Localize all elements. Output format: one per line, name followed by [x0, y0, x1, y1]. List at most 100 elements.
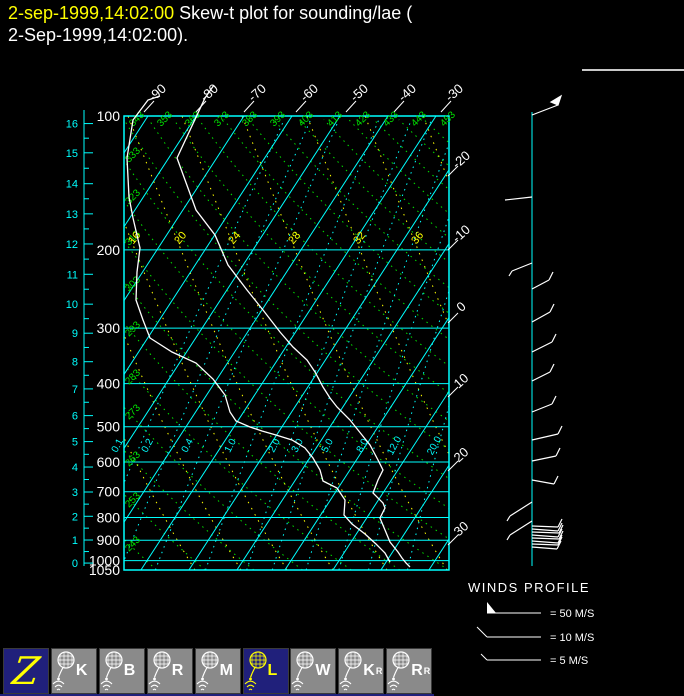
- svg-text:20: 20: [172, 230, 189, 247]
- wind-profile: [504, 94, 564, 566]
- svg-text:8.0: 8.0: [355, 437, 371, 455]
- station-letter-subscript: R: [375, 666, 383, 676]
- app-window: 2-sep-1999,14:02:00 Skew-t plot for soun…: [0, 0, 684, 696]
- svg-text:443: 443: [409, 109, 429, 129]
- svg-text:20: 20: [451, 444, 472, 465]
- svg-text:433: 433: [381, 109, 401, 129]
- station-letter: K: [363, 662, 375, 679]
- svg-text:1.0: 1.0: [223, 437, 239, 455]
- svg-text:14: 14: [66, 179, 78, 191]
- svg-text:4: 4: [72, 462, 78, 474]
- isotherm-lines: [124, 116, 449, 570]
- station-letter: W: [315, 662, 331, 679]
- svg-text:28: 28: [286, 230, 303, 247]
- svg-text:500: 500: [97, 419, 121, 435]
- svg-text:253: 253: [123, 490, 143, 510]
- svg-text:323: 323: [123, 187, 143, 207]
- svg-text:12: 12: [66, 239, 78, 251]
- toolbar-button-b[interactable]: B: [98, 648, 145, 694]
- svg-text:100: 100: [97, 108, 121, 124]
- toolbar-button-m[interactable]: M: [194, 648, 241, 694]
- winds-legend-item: = 10 M/S: [550, 632, 594, 644]
- svg-text:-90: -90: [145, 81, 169, 105]
- station-letter-subscript: R: [423, 666, 431, 676]
- svg-text:-40: -40: [395, 81, 419, 105]
- svg-text:400: 400: [97, 376, 121, 392]
- height-axis: 012345678910111213141516: [66, 110, 93, 570]
- svg-text:12.0: 12.0: [385, 434, 404, 457]
- radiosonde-icon: [387, 651, 410, 691]
- radiosonde-icon: [100, 651, 123, 691]
- station-letter: K: [75, 662, 88, 679]
- svg-text:403: 403: [296, 109, 316, 129]
- temperature-trace: [176, 84, 411, 568]
- isobar-lines: [123, 115, 450, 571]
- svg-text:-60: -60: [297, 81, 321, 105]
- svg-text:273: 273: [123, 402, 143, 422]
- temp-right-labels: -20 -10 0 10 20 30: [447, 148, 473, 546]
- svg-text:333: 333: [123, 145, 143, 165]
- pressure-axis-labels: 10020030040050060070080090010001050: [89, 108, 120, 578]
- svg-text:423: 423: [353, 109, 373, 129]
- mixing-ratio-labels: 0.1 0.2 0.4 1.0 2.0 3.0 5.0 8.0 12.0 20.0: [110, 434, 445, 457]
- svg-text:363: 363: [183, 109, 203, 129]
- mixing-ratio-lines: [124, 120, 449, 570]
- svg-text:243: 243: [123, 534, 143, 554]
- svg-text:1: 1: [72, 535, 78, 547]
- skewt-plot: 1002003004005006007008009001000105001234…: [66, 69, 684, 667]
- svg-text:303: 303: [123, 274, 143, 294]
- svg-text:8: 8: [72, 357, 78, 369]
- svg-text:200: 200: [97, 242, 121, 258]
- toolbar-button-r-r[interactable]: RR: [386, 648, 433, 694]
- svg-text:5: 5: [72, 437, 78, 449]
- station-letter: L: [267, 662, 278, 679]
- toolbar-button-k-r[interactable]: KR: [338, 648, 385, 694]
- svg-text:263: 263: [123, 449, 143, 469]
- svg-text:0: 0: [453, 299, 468, 315]
- svg-text:600: 600: [97, 454, 121, 470]
- svg-text:10: 10: [66, 299, 78, 311]
- radiosonde-icon: [148, 651, 171, 691]
- station-letter: R: [411, 662, 423, 679]
- svg-text:13: 13: [66, 209, 78, 221]
- svg-text:900: 900: [97, 532, 121, 548]
- svg-text:16: 16: [66, 119, 78, 131]
- svg-text:413: 413: [325, 109, 345, 129]
- svg-text:36: 36: [409, 230, 426, 247]
- winds-legend-item: = 50 M/S: [550, 608, 594, 620]
- station-letter: B: [123, 662, 136, 679]
- toolbar-button-r[interactable]: R: [146, 648, 193, 694]
- svg-text:1050: 1050: [89, 562, 120, 578]
- radiosonde-icon: [244, 651, 267, 691]
- svg-text:353: 353: [155, 109, 175, 129]
- svg-text:32: 32: [351, 230, 368, 247]
- svg-text:-30: -30: [442, 81, 466, 105]
- moist-adiabat-lines: [124, 116, 449, 570]
- radiosonde-icon: [339, 651, 362, 691]
- svg-text:700: 700: [97, 484, 121, 500]
- toolbar-button-k[interactable]: K: [50, 648, 97, 694]
- svg-text:24: 24: [226, 230, 243, 247]
- svg-text:373: 373: [212, 109, 232, 129]
- winds-legend-title: WINDS PROFILE: [468, 580, 590, 595]
- svg-text:0: 0: [72, 558, 78, 570]
- station-toolbar: Z K B R M L W K R R R: [0, 648, 684, 696]
- toolbar-button-l[interactable]: L: [242, 648, 289, 694]
- svg-text:30: 30: [451, 518, 472, 539]
- plot-border: [123, 115, 450, 571]
- svg-text:800: 800: [97, 509, 121, 525]
- toolbar-button-w[interactable]: W: [290, 648, 337, 694]
- svg-text:2: 2: [72, 511, 78, 523]
- toolbar-button-z-logo[interactable]: Z: [3, 648, 49, 694]
- svg-text:293: 293: [123, 319, 143, 339]
- svg-text:9: 9: [72, 328, 78, 340]
- radiosonde-icon: [52, 651, 75, 691]
- svg-text:-50: -50: [347, 81, 371, 105]
- wind-barbs: [504, 94, 564, 550]
- svg-text:-10: -10: [449, 222, 473, 246]
- svg-text:300: 300: [97, 320, 121, 336]
- svg-text:-70: -70: [245, 81, 269, 105]
- station-letter: M: [219, 662, 233, 679]
- svg-text:7: 7: [72, 384, 78, 396]
- station-letter: R: [171, 662, 184, 679]
